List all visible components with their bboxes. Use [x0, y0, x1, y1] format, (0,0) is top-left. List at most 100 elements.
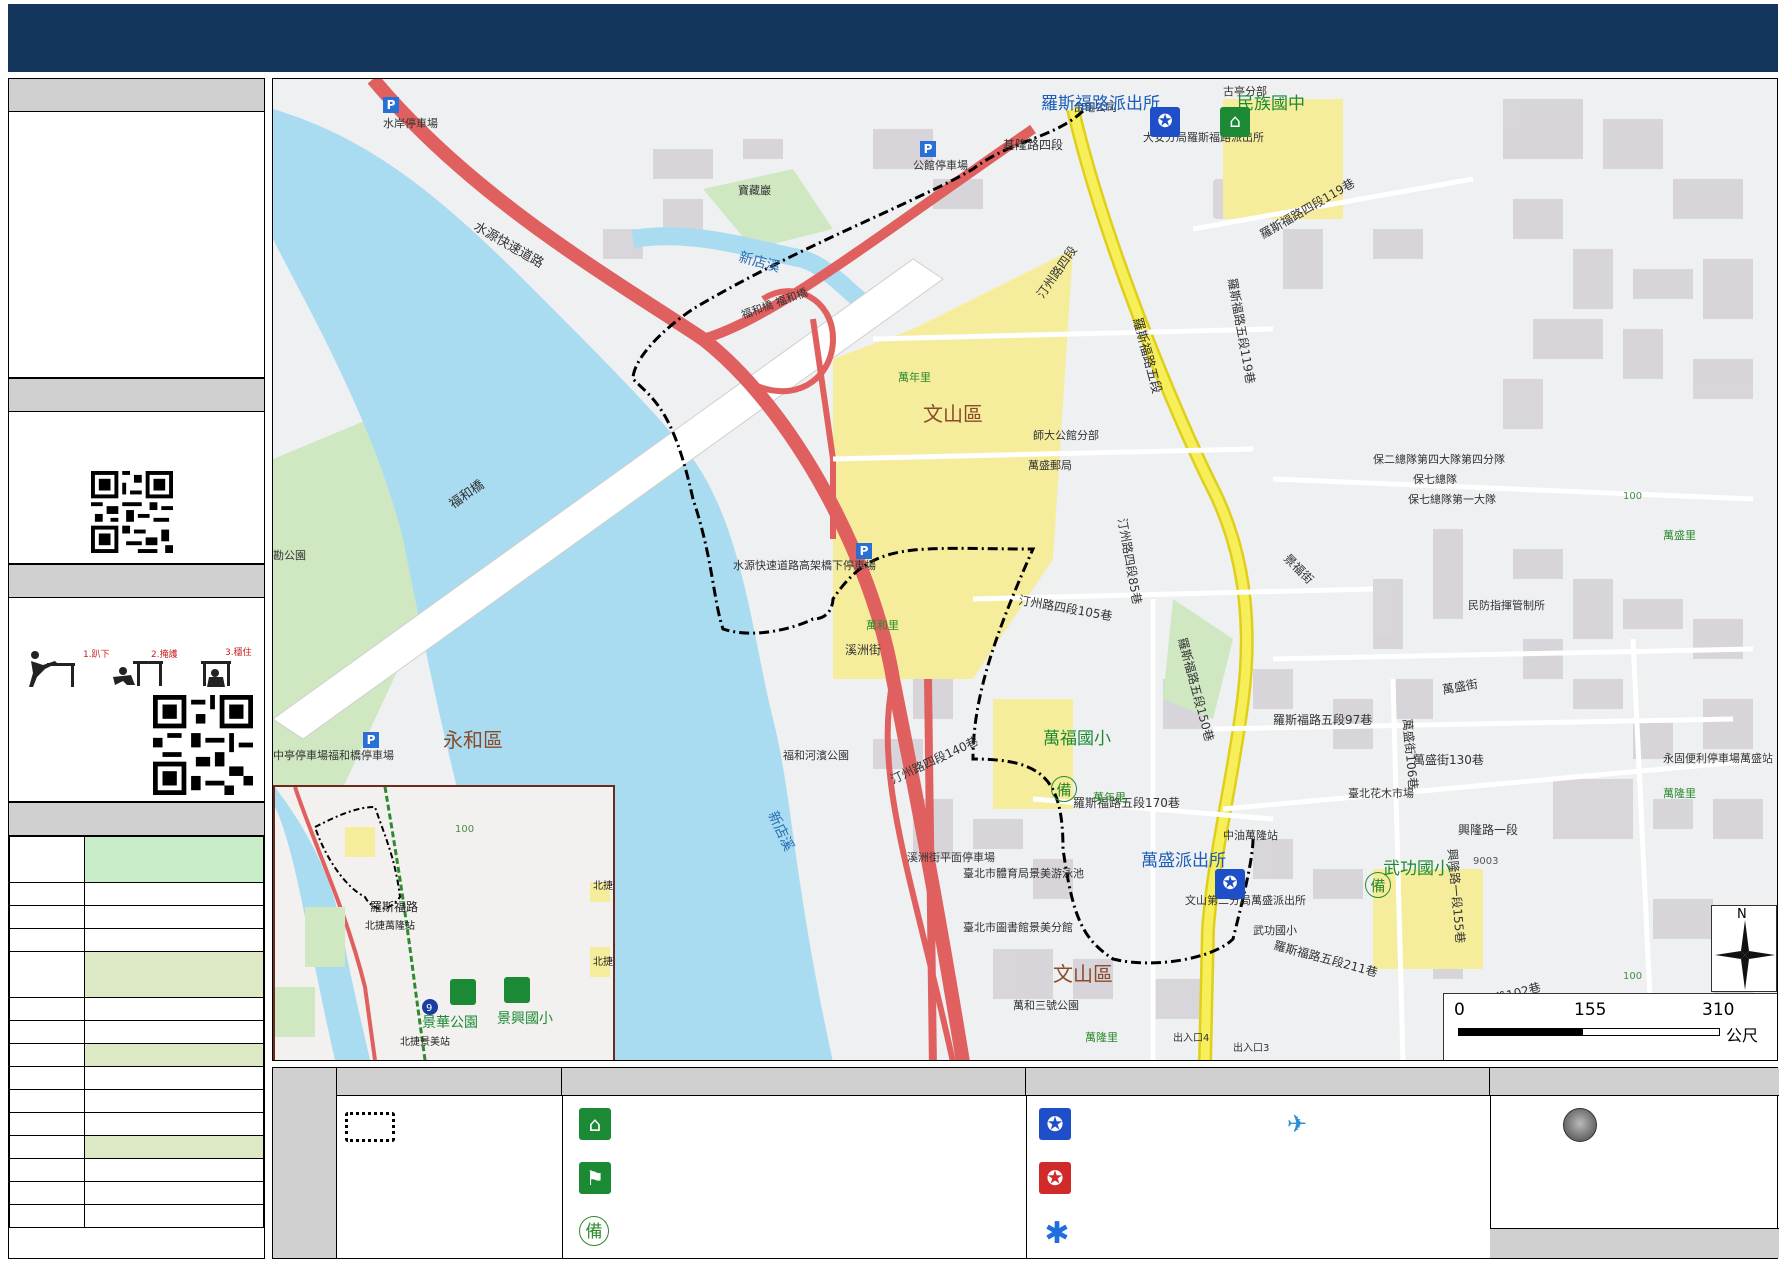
- poi-label: 臺北市體育局景美游泳池: [963, 866, 1084, 880]
- info-panel-3-header: [9, 565, 264, 598]
- poi-label: 萬和三號公園: [1013, 999, 1079, 1012]
- poi-label: 溪洲街平面停車場: [907, 850, 995, 864]
- poi-label: 寶藏巖: [738, 183, 771, 197]
- parking-icon: P: [920, 141, 936, 157]
- poi-label: 民防指揮管制所: [1468, 598, 1545, 612]
- shelter-icon[interactable]: ⌂: [1220, 107, 1250, 137]
- inset-label: 景興國小: [497, 1011, 553, 1027]
- backup-icon[interactable]: 備: [1365, 872, 1391, 898]
- backup-icon: 備: [579, 1216, 609, 1246]
- info-panel-1-header: [9, 79, 264, 112]
- evacuation-map[interactable]: 水源快速道路 新店溪 新店溪 福和橋 羅斯福路五段 汀州路四段 汀州路四段85巷…: [272, 78, 1778, 1061]
- inset-map[interactable]: 羅斯福路 北捷萬隆站 景華公園 景興國小 北捷景美站 北捷 北捷 100 9: [273, 785, 615, 1060]
- police-icon: ✪: [1039, 1108, 1071, 1140]
- title-bar: [8, 4, 1778, 72]
- legend-header-other: [1490, 1068, 1779, 1096]
- road-label: 羅斯福路五段170巷: [1073, 795, 1180, 810]
- police-icon[interactable]: ✪: [1150, 107, 1180, 137]
- info-table: [9, 836, 264, 1228]
- medical-icon: ✱: [1044, 1216, 1070, 1251]
- school-wugong-label: 武功國小: [1383, 859, 1451, 879]
- road-label: 溪洲街: [845, 643, 881, 657]
- police-roosevelt-label: 羅斯福路派出所: [1041, 94, 1160, 114]
- evacuation-site-icon: [450, 979, 476, 1005]
- district-label: 文山區: [1053, 962, 1113, 986]
- poi-label: 保二總隊第四大隊第四分隊: [1373, 452, 1505, 466]
- parking-icon: P: [856, 543, 872, 559]
- north-arrow: N: [1711, 905, 1777, 992]
- inset-label: 羅斯福路: [370, 899, 418, 914]
- scale-bar: 0 155 310 公尺: [1443, 993, 1777, 1060]
- legend-panel: ⌂ ⚑ 備 ✪ ✪ ✱ ✈: [272, 1067, 1779, 1259]
- info-panel-3: 1.趴下 2.掩護 3.穩住: [8, 564, 265, 802]
- poi-label: 萬隆里: [1663, 786, 1696, 800]
- backup-icon[interactable]: 備: [1051, 776, 1077, 802]
- poi-label: 萬隆里: [1085, 1030, 1118, 1044]
- poi-label: 保七總隊: [1413, 472, 1457, 486]
- scale-tick-155: 155: [1574, 1000, 1607, 1020]
- evacuation-site-icon: ⚑: [579, 1162, 611, 1194]
- poi-label: 萬年里: [1093, 790, 1126, 804]
- step-1-label: 1.趴下: [83, 649, 110, 660]
- poi-label: 100: [1623, 971, 1642, 982]
- poi-label: 福和河濱公園: [783, 748, 849, 762]
- gray-circle-icon: [1563, 1108, 1597, 1142]
- qr-code-icon[interactable]: [91, 471, 173, 553]
- step-3-label: 3.穩住: [225, 646, 252, 658]
- drop-cover-hold-icon: 1.趴下 2.掩護 3.穩住: [29, 646, 252, 687]
- scale-segment-black: [1458, 1028, 1582, 1036]
- fire-station-icon: ✪: [1039, 1162, 1071, 1194]
- info-panel-1: [8, 78, 265, 378]
- poi-label: 出入口3: [1233, 1041, 1269, 1054]
- poi-label: 保七總隊第一大隊: [1408, 492, 1496, 506]
- police-wansheng-label: 萬盛派出所: [1141, 851, 1226, 871]
- poi-label: 9003: [1473, 856, 1498, 867]
- info-panel-4: [8, 802, 265, 1259]
- inset-label: 北捷萬隆站: [365, 919, 415, 932]
- police-icon[interactable]: ✪: [1215, 869, 1245, 899]
- inset-map-canvas: 羅斯福路 北捷萬隆站 景華公園 景興國小 北捷景美站 北捷 北捷 100 9: [275, 787, 613, 1060]
- inset-route-badge: 9: [426, 1003, 432, 1014]
- poi-label: 臺北市圖書館景美分館: [963, 920, 1073, 934]
- step-2-label: 2.掩護: [151, 648, 178, 660]
- legend-divider: [1026, 1096, 1027, 1258]
- helicopter-icon: ✈: [1286, 1110, 1308, 1138]
- scale-unit: 公尺: [1726, 1026, 1759, 1045]
- poi-label: 出入口4: [1173, 1031, 1209, 1044]
- road-label: 基隆路四段: [1003, 137, 1063, 152]
- poi-label: 武功國小: [1253, 924, 1297, 937]
- poi-label: 萬盛郵局: [1028, 458, 1072, 472]
- district-label: 文山區: [923, 402, 983, 426]
- poi-label: 萬和里: [866, 619, 899, 632]
- scale-tick-310: 310: [1702, 1000, 1735, 1020]
- north-arrow-icon: [1715, 920, 1775, 990]
- poi-label: 師大公館分部: [1033, 428, 1099, 442]
- poi-label: 萬年里: [898, 370, 931, 384]
- inset-label: 北捷: [593, 879, 613, 892]
- poi-label: 中亭停車場福和橋停車場: [273, 748, 394, 762]
- inset-label: 100: [455, 824, 474, 835]
- shelter-icon: [504, 977, 530, 1003]
- poi-label: 公館停車場: [913, 158, 968, 172]
- poi-label: 永固便利停車場萬盛站: [1663, 751, 1773, 765]
- poi-label: 萬盛里: [1663, 528, 1696, 542]
- inset-label: 景華公園: [422, 1015, 478, 1031]
- parking-icon: P: [363, 732, 379, 748]
- parking-icon: P: [383, 97, 399, 113]
- scale-segment-white: [1582, 1028, 1720, 1036]
- district-label: 永和區: [443, 728, 503, 752]
- road-label: 興隆路一段: [1458, 822, 1518, 837]
- poi-label: 中油萬隆站: [1223, 828, 1278, 842]
- qr-code-icon[interactable]: [153, 695, 253, 795]
- info-panel-2-header: [9, 379, 264, 412]
- legend-title-column: [273, 1068, 337, 1258]
- poi-label: 水岸停車場: [383, 116, 438, 130]
- info-panel-4-header: [9, 803, 264, 836]
- info-panel-2: [8, 378, 265, 564]
- legend-header-shelter: [562, 1068, 1026, 1096]
- poi-label: 勘公園: [273, 549, 306, 562]
- poi-label: 水源快速道路高架橋下停車場: [733, 558, 876, 572]
- poi-label: 100: [1623, 491, 1642, 502]
- road-label: 萬盛街130巷: [1413, 752, 1484, 767]
- shelter-icon: ⌂: [579, 1108, 611, 1140]
